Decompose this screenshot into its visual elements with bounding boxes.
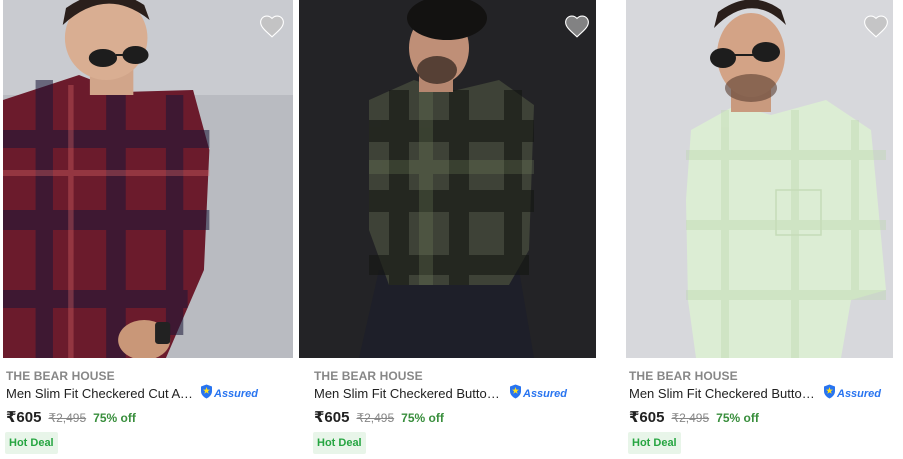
product-title[interactable]: Men Slim Fit Checkered Button Down Colla…	[629, 386, 821, 401]
price-row: ₹605 ₹2,495 75% off	[629, 408, 759, 426]
price-row: ₹605 ₹2,495 75% off	[314, 408, 444, 426]
product-brand: THE BEAR HOUSE	[629, 369, 738, 383]
product-brand: THE BEAR HOUSE	[314, 369, 423, 383]
wishlist-heart-icon[interactable]	[564, 14, 590, 38]
product-image[interactable]	[626, 0, 893, 358]
shield-icon	[200, 384, 213, 404]
selling-price: ₹605	[629, 409, 665, 426]
hot-deal-badge: Hot Deal	[628, 432, 681, 454]
hot-deal-badge: Hot Deal	[5, 432, 58, 454]
wishlist-heart-icon[interactable]	[259, 14, 285, 38]
wishlist-heart-icon[interactable]	[863, 14, 889, 38]
assured-label: Assured	[214, 388, 259, 400]
discount-percent: 75% off	[93, 411, 136, 425]
product-image[interactable]	[299, 0, 596, 358]
product-title[interactable]: Men Slim Fit Checkered Cut Away Collar C…	[6, 386, 198, 401]
shield-icon	[509, 384, 522, 404]
assured-label: Assured	[523, 388, 568, 400]
original-price: ₹2,495	[671, 411, 710, 425]
discount-percent: 75% off	[401, 411, 444, 425]
assured-badge: Assured	[200, 384, 259, 404]
discount-percent: 75% off	[716, 411, 759, 425]
product-title[interactable]: Men Slim Fit Checkered Button Down Colla…	[314, 386, 506, 401]
product-card[interactable]: THE BEAR HOUSE Men Slim Fit Checkered Bu…	[626, 0, 903, 459]
assured-badge: Assured	[509, 384, 568, 404]
product-card[interactable]: THE BEAR HOUSE Men Slim Fit Checkered Bu…	[299, 0, 596, 459]
product-card[interactable]: THE BEAR HOUSE Men Slim Fit Checkered Cu…	[3, 0, 293, 459]
assured-badge: Assured	[823, 384, 882, 404]
price-row: ₹605 ₹2,495 75% off	[6, 408, 136, 426]
selling-price: ₹605	[6, 409, 42, 426]
original-price: ₹2,495	[356, 411, 395, 425]
product-brand: THE BEAR HOUSE	[6, 369, 115, 383]
original-price: ₹2,495	[48, 411, 87, 425]
hot-deal-badge: Hot Deal	[313, 432, 366, 454]
selling-price: ₹605	[314, 409, 350, 426]
shield-icon	[823, 384, 836, 404]
product-image[interactable]	[3, 0, 293, 358]
assured-label: Assured	[837, 388, 882, 400]
